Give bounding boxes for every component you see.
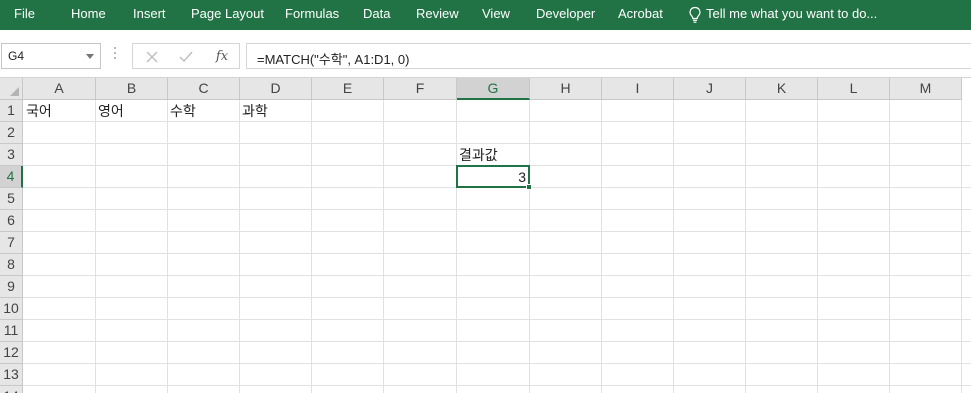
row-header-6[interactable]: 6 xyxy=(0,210,23,232)
row-header-7[interactable]: 7 xyxy=(0,232,23,254)
tell-me-label: Tell me what you want to do... xyxy=(706,6,878,21)
tab-acrobat[interactable]: Acrobat xyxy=(618,0,663,30)
column-header-j[interactable]: J xyxy=(674,78,746,100)
ribbon-tab-bar: File Home Insert Page Layout Formulas Da… xyxy=(0,0,971,30)
row-header-13[interactable]: 13 xyxy=(0,364,23,386)
formula-bar-resize-handle[interactable] xyxy=(113,47,117,61)
cell-a1[interactable]: 국어 xyxy=(26,100,94,122)
select-all-button[interactable] xyxy=(0,78,23,100)
cell-d1[interactable]: 과학 xyxy=(242,100,310,122)
row-header-3[interactable]: 3 xyxy=(0,144,23,166)
active-cell-border xyxy=(456,165,530,188)
row-header-12[interactable]: 12 xyxy=(0,342,23,364)
cell-c1[interactable]: 수학 xyxy=(170,100,238,122)
column-header-k[interactable]: K xyxy=(746,78,818,100)
column-header-h[interactable]: H xyxy=(530,78,602,100)
lightbulb-icon xyxy=(689,6,701,23)
formula-input[interactable]: =MATCH("수학", A1:D1, 0) xyxy=(246,43,971,69)
row-header-5[interactable]: 5 xyxy=(0,188,23,210)
tab-insert[interactable]: Insert xyxy=(133,0,166,30)
tab-home[interactable]: Home xyxy=(71,0,106,30)
gridline xyxy=(23,319,971,320)
column-header-c[interactable]: C xyxy=(168,78,240,100)
tab-formulas[interactable]: Formulas xyxy=(285,0,339,30)
cancel-x-icon[interactable] xyxy=(141,47,163,67)
column-header-a[interactable]: A xyxy=(23,78,96,100)
tell-me-search[interactable]: Tell me what you want to do... xyxy=(688,0,877,30)
tab-file[interactable]: File xyxy=(14,0,35,30)
gridline xyxy=(23,275,971,276)
chevron-down-icon[interactable] xyxy=(86,54,94,59)
gridline xyxy=(23,363,971,364)
row-header-2[interactable]: 2 xyxy=(0,122,23,144)
column-header-f[interactable]: F xyxy=(384,78,457,100)
tab-view[interactable]: View xyxy=(482,0,510,30)
formula-bar-area: G4 fx =MATCH("수학", A1:D1, 0) xyxy=(0,30,971,78)
name-box[interactable]: G4 xyxy=(1,43,101,69)
cell-g3[interactable]: 결과값 xyxy=(459,144,529,166)
gridline xyxy=(23,231,971,232)
check-icon[interactable] xyxy=(175,47,197,67)
formula-buttons: fx xyxy=(132,43,240,69)
cell-b1[interactable]: 영어 xyxy=(98,100,166,122)
column-header-b[interactable]: B xyxy=(96,78,168,100)
gridline xyxy=(23,209,971,210)
gridline xyxy=(23,253,971,254)
row-header-1[interactable]: 1 xyxy=(0,100,23,122)
row-header-10[interactable]: 10 xyxy=(0,298,23,320)
row-header-4[interactable]: 4 xyxy=(0,166,23,188)
gridline xyxy=(23,297,971,298)
name-box-value: G4 xyxy=(8,49,25,63)
tab-developer[interactable]: Developer xyxy=(536,0,595,30)
column-header-g[interactable]: G xyxy=(457,78,530,100)
column-header-l[interactable]: L xyxy=(818,78,890,100)
tab-data[interactable]: Data xyxy=(363,0,390,30)
cell-area[interactable]: 국어 영어 수학 과학 결과값 3 xyxy=(23,100,971,393)
column-header-d[interactable]: D xyxy=(240,78,312,100)
tab-page-layout[interactable]: Page Layout xyxy=(191,0,264,30)
fill-handle[interactable] xyxy=(526,184,532,190)
gridline xyxy=(23,385,971,386)
gridline xyxy=(23,341,971,342)
row-header-14[interactable]: 14 xyxy=(0,386,23,393)
worksheet-grid[interactable]: A B C D E F G H I J K L M 1 2 3 4 5 6 7 … xyxy=(0,78,971,393)
insert-function-button[interactable]: fx xyxy=(211,47,233,67)
column-header-m[interactable]: M xyxy=(890,78,962,100)
row-header-9[interactable]: 9 xyxy=(0,276,23,298)
row-header-11[interactable]: 11 xyxy=(0,320,23,342)
column-header-i[interactable]: I xyxy=(602,78,674,100)
column-header-e[interactable]: E xyxy=(312,78,384,100)
formula-text: =MATCH("수학", A1:D1, 0) xyxy=(257,52,410,67)
row-header-8[interactable]: 8 xyxy=(0,254,23,276)
tab-review[interactable]: Review xyxy=(416,0,459,30)
